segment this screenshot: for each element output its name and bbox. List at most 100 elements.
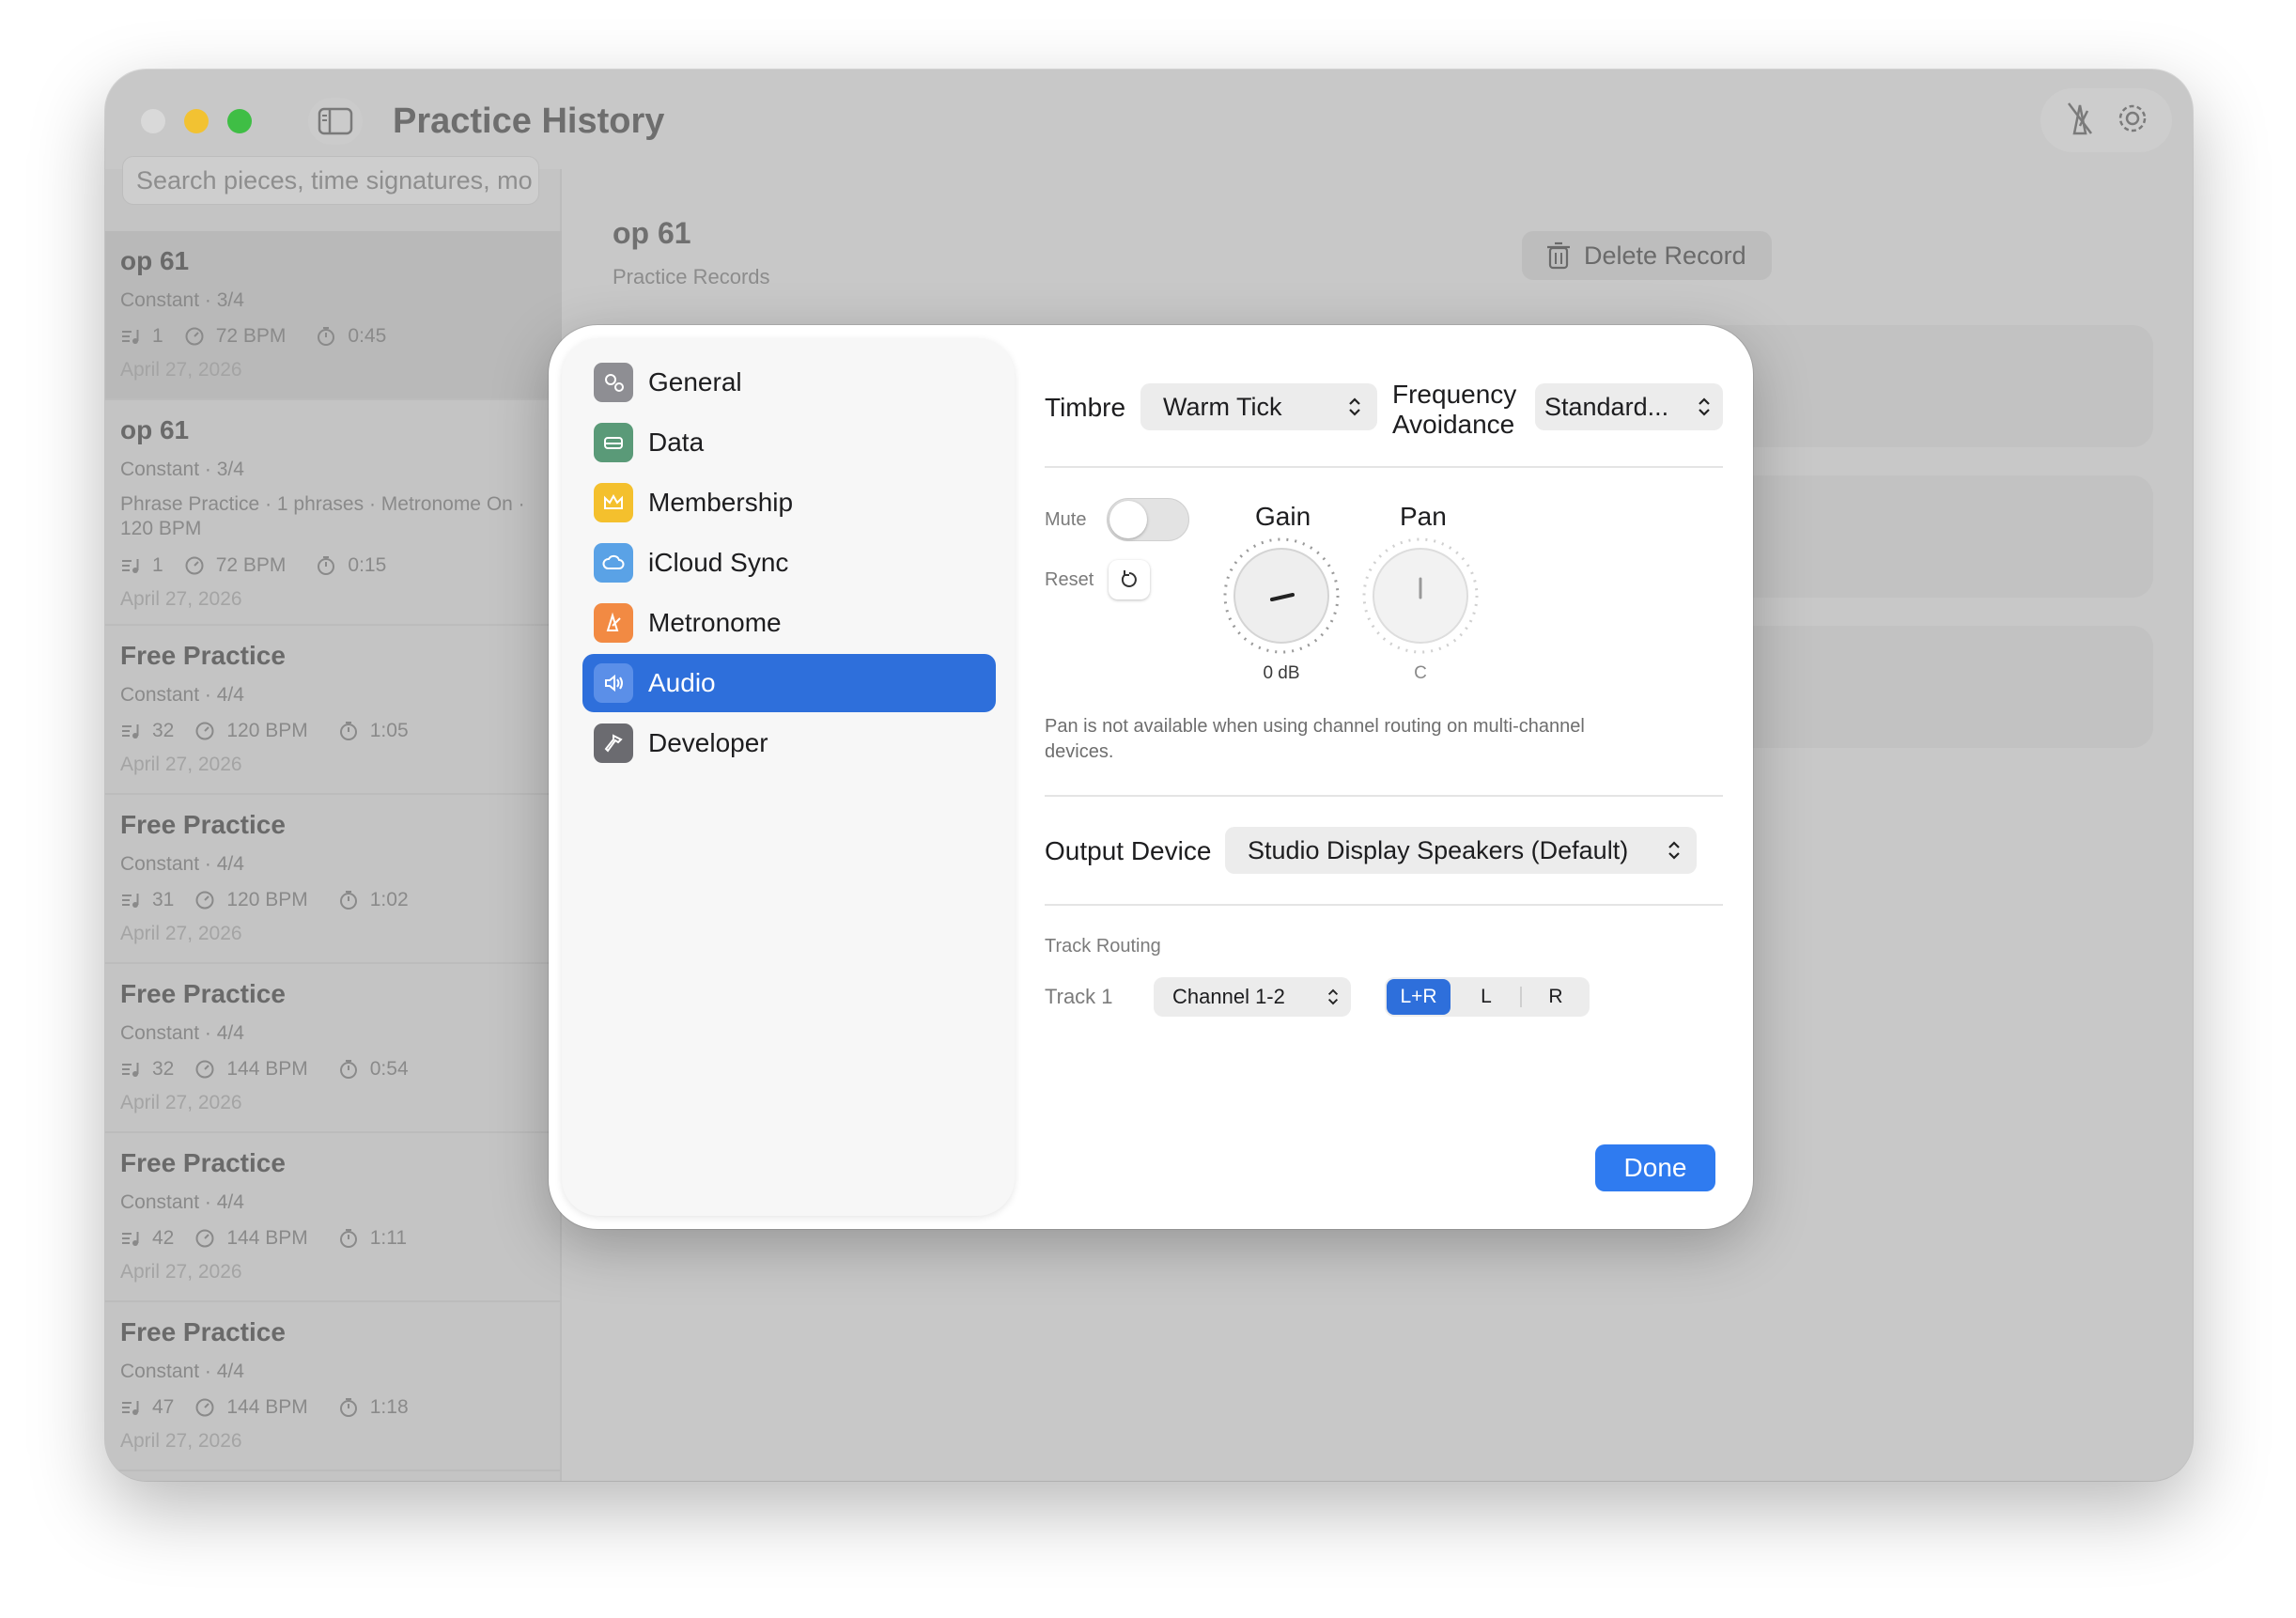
list-item[interactable]: Free Practice Constant · 4/4 42 144 BPM … bbox=[105, 1133, 562, 1302]
record-date: April 27, 2026 bbox=[120, 588, 242, 610]
settings-dialog: General Data Membership iCloud Sync Metr… bbox=[549, 325, 1753, 1229]
record-meta: 1 72 BPM 0:15 bbox=[120, 554, 562, 577]
zoom-window-button[interactable] bbox=[227, 109, 252, 133]
settings-nav-audio[interactable]: Audio bbox=[582, 654, 996, 712]
settings-nav-label: Data bbox=[648, 428, 705, 457]
record-subtitle: Constant · 3/4 bbox=[120, 459, 244, 480]
frequency-avoidance-label-line1: Frequency bbox=[1392, 380, 1517, 409]
record-date: April 27, 2026 bbox=[120, 359, 242, 381]
record-title: Free Practice bbox=[120, 979, 286, 1008]
segment-l[interactable]: L bbox=[1454, 979, 1518, 1015]
timer-icon bbox=[339, 1398, 357, 1417]
gears-icon bbox=[594, 363, 633, 402]
record-bpm: 144 BPM bbox=[226, 1058, 308, 1080]
record-meta: 42 144 BPM 1:11 bbox=[120, 1227, 562, 1250]
settings-nav-metronome[interactable]: Metronome bbox=[582, 594, 996, 652]
record-detail: Phrase Practice · 1 phrases · Metronome … bbox=[120, 492, 562, 541]
mute-toggle[interactable] bbox=[1107, 498, 1189, 541]
segment-l-plus-r[interactable]: L+R bbox=[1387, 979, 1451, 1015]
settings-nav-membership[interactable]: Membership bbox=[582, 474, 996, 532]
record-date: April 27, 2026 bbox=[120, 1261, 242, 1283]
record-date: April 27, 2026 bbox=[120, 1430, 242, 1452]
record-subtitle: Constant · 4/4 bbox=[120, 1361, 244, 1382]
settings-nav-data[interactable]: Data bbox=[582, 413, 996, 472]
settings-nav-general[interactable]: General bbox=[582, 353, 996, 412]
done-button[interactable]: Done bbox=[1595, 1144, 1715, 1191]
record-phrases: 47 bbox=[152, 1396, 175, 1418]
crown-icon bbox=[594, 483, 633, 522]
settings-button[interactable] bbox=[2115, 101, 2150, 141]
toolbar-right-group bbox=[2040, 88, 2172, 152]
close-window-button[interactable] bbox=[141, 109, 165, 133]
settings-nav-developer[interactable]: Developer bbox=[582, 714, 996, 772]
reset-button[interactable] bbox=[1109, 560, 1150, 599]
phrases-icon bbox=[122, 1063, 139, 1077]
gain-knob-dial bbox=[1223, 537, 1340, 654]
pan-value: C bbox=[1414, 663, 1427, 683]
record-title: op 61 bbox=[120, 415, 190, 444]
cloud-icon bbox=[594, 543, 633, 583]
tempo-gauge-icon bbox=[195, 1229, 214, 1248]
metronome-toggle-button[interactable] bbox=[2063, 100, 2097, 142]
settings-nav-label: Metronome bbox=[648, 608, 782, 637]
record-subtitle: Constant · 4/4 bbox=[120, 684, 244, 706]
sidebar-toggle-button[interactable] bbox=[308, 98, 363, 145]
phrases-icon bbox=[122, 559, 139, 573]
list-item[interactable]: Free Practice Constant · 4/4 47 144 BPM … bbox=[105, 1302, 562, 1471]
settings-nav-icloud-sync[interactable]: iCloud Sync bbox=[582, 534, 996, 592]
record-detail-line2: 120 BPM bbox=[120, 518, 202, 539]
gain-value: 0 dB bbox=[1263, 663, 1300, 683]
gain-knob[interactable] bbox=[1218, 532, 1345, 664]
channel-popup[interactable]: Channel 1-2 bbox=[1154, 977, 1351, 1017]
timbre-value: Warm Tick bbox=[1163, 392, 1282, 421]
channel-side-segmented-control: L+R L R bbox=[1385, 977, 1590, 1017]
record-bpm: 120 BPM bbox=[226, 720, 308, 741]
segment-r[interactable]: R bbox=[1524, 979, 1588, 1015]
search-input[interactable]: Search pieces, time signatures, mo bbox=[122, 156, 539, 205]
settings-nav-label: General bbox=[648, 367, 742, 397]
detail-title: op 61 bbox=[613, 216, 691, 250]
delete-record-label: Delete Record bbox=[1584, 241, 1746, 270]
delete-record-button[interactable]: Delete Record bbox=[1522, 231, 1772, 280]
phrases-icon bbox=[122, 330, 139, 344]
frequency-avoidance-popup[interactable]: Standard... bbox=[1535, 383, 1723, 430]
list-item[interactable]: op 61 Constant · 3/4 1 72 BPM 0:45 April… bbox=[105, 231, 562, 400]
settings-nav-label: Audio bbox=[648, 668, 716, 697]
record-duration: 1:18 bbox=[369, 1396, 409, 1418]
list-item[interactable]: Free Practice Constant · 4/4 31 120 BPM … bbox=[105, 795, 562, 964]
record-subtitle: Constant · 4/4 bbox=[120, 853, 244, 875]
channel-value: Channel 1-2 bbox=[1172, 985, 1285, 1008]
record-phrases: 1 bbox=[152, 325, 163, 347]
list-item[interactable]: Free Practice Constant · 4/4 32 120 BPM … bbox=[105, 626, 562, 795]
record-phrases: 42 bbox=[152, 1227, 175, 1249]
frequency-avoidance-label-line2: Avoidance bbox=[1392, 410, 1515, 439]
trash-icon bbox=[1547, 241, 1570, 270]
phrases-icon bbox=[122, 1401, 139, 1415]
record-title: Free Practice bbox=[120, 1317, 286, 1346]
minimize-window-button[interactable] bbox=[184, 109, 209, 133]
record-meta: 32 144 BPM 0:54 bbox=[120, 1058, 562, 1081]
record-duration: 1:05 bbox=[369, 720, 409, 741]
record-subtitle: Constant · 3/4 bbox=[120, 289, 244, 311]
settings-nav-label: Developer bbox=[648, 728, 768, 757]
record-duration: 1:02 bbox=[369, 889, 409, 910]
list-separator bbox=[105, 1470, 562, 1471]
speaker-icon bbox=[594, 663, 633, 703]
output-device-popup[interactable]: Studio Display Speakers (Default) bbox=[1225, 827, 1697, 874]
list-item[interactable]: op 61 Constant · 3/4 Phrase Practice · 1 … bbox=[105, 400, 562, 626]
record-meta: 47 144 BPM 1:18 bbox=[120, 1396, 562, 1419]
timer-icon bbox=[318, 327, 335, 346]
tempo-gauge-icon bbox=[185, 556, 204, 575]
record-detail-line1: Phrase Practice · 1 phrases · Metronome … bbox=[120, 493, 525, 515]
record-bpm: 144 BPM bbox=[226, 1396, 308, 1418]
divider bbox=[1045, 904, 1723, 906]
list-item[interactable]: Free Practice Constant · 4/4 32 144 BPM … bbox=[105, 964, 562, 1133]
tempo-gauge-icon bbox=[195, 891, 214, 910]
pan-knob-dial bbox=[1362, 537, 1479, 654]
timbre-popup[interactable]: Warm Tick bbox=[1140, 383, 1377, 430]
record-title: Free Practice bbox=[120, 1148, 286, 1177]
settings-nav-label: iCloud Sync bbox=[648, 548, 789, 577]
divider bbox=[1045, 466, 1723, 468]
timbre-label: Timbre bbox=[1045, 393, 1126, 422]
frequency-avoidance-value: Standard... bbox=[1544, 392, 1669, 421]
